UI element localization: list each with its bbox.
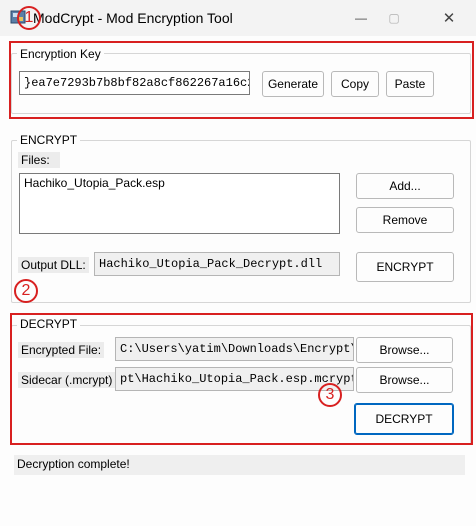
maximize-button[interactable]: ▢ xyxy=(371,0,417,36)
annotation-marker-2: 2 xyxy=(14,279,38,303)
status-text: Decryption complete! xyxy=(14,455,465,475)
files-label: Files: xyxy=(18,152,60,168)
remove-file-button[interactable]: Remove xyxy=(356,207,454,233)
annotation-marker-1: 1 xyxy=(17,6,41,30)
title-bar[interactable]: ModCrypt - Mod Encryption Tool — ▢ ✕ xyxy=(0,0,476,36)
window-title: ModCrypt - Mod Encryption Tool xyxy=(33,10,233,26)
add-file-button[interactable]: Add... xyxy=(356,173,454,199)
output-dll-input[interactable]: Hachiko_Utopia_Pack_Decrypt.dll xyxy=(94,252,340,276)
annotation-box-1 xyxy=(9,41,474,119)
annotation-marker-3: 3 xyxy=(318,383,342,407)
encrypt-group-label: ENCRYPT xyxy=(17,133,81,147)
close-button[interactable]: ✕ xyxy=(426,0,472,36)
encrypt-button[interactable]: ENCRYPT xyxy=(356,252,454,282)
output-dll-label: Output DLL: xyxy=(18,257,89,273)
list-item[interactable]: Hachiko_Utopia_Pack.esp xyxy=(24,176,335,190)
annotation-box-3 xyxy=(10,313,473,445)
files-listbox[interactable]: Hachiko_Utopia_Pack.esp xyxy=(19,173,340,234)
